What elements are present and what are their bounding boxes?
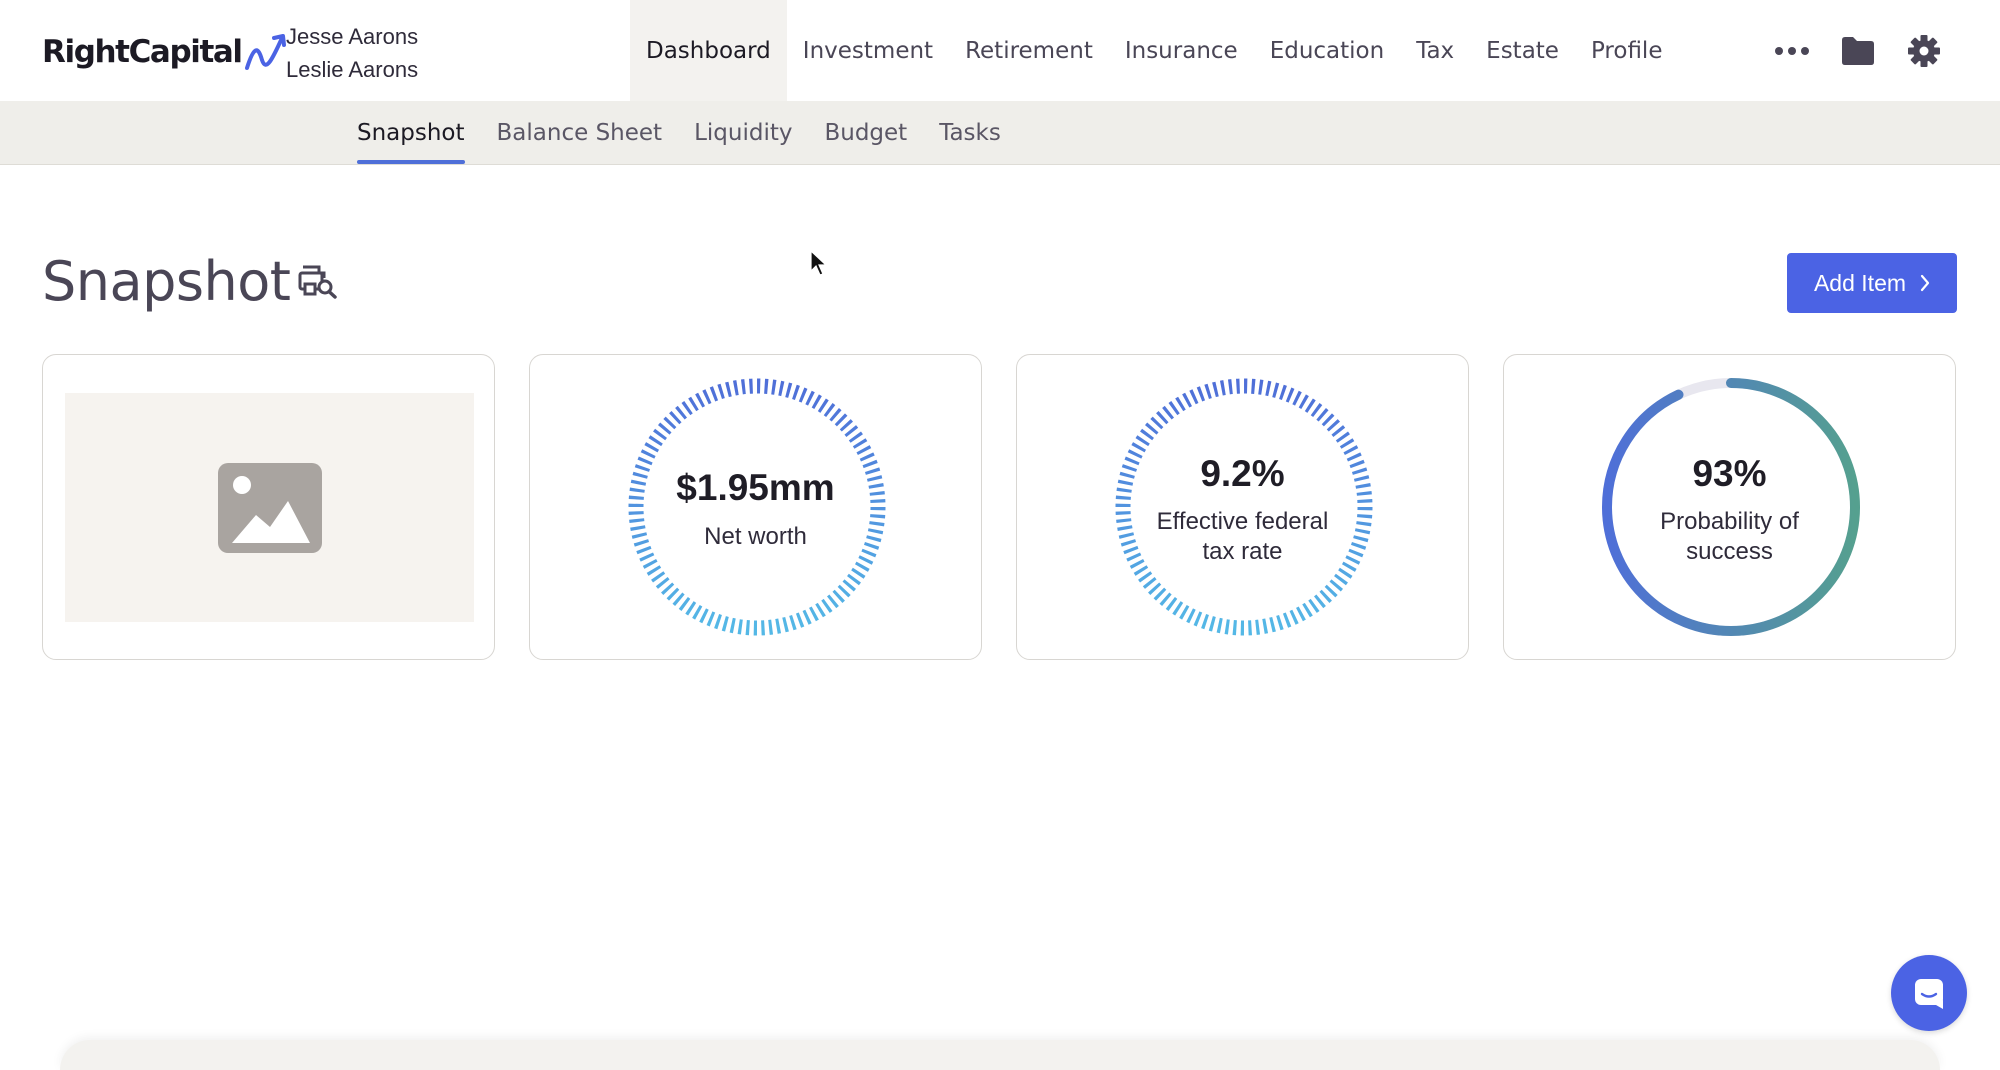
image-placeholder xyxy=(65,393,474,622)
gear-icon[interactable] xyxy=(1902,29,1946,73)
snapshot-card-tax-rate[interactable]: 9.2% Effective federal tax rate xyxy=(1016,354,1469,660)
nav-retirement[interactable]: Retirement xyxy=(949,0,1109,101)
tab-budget[interactable]: Budget xyxy=(824,101,907,164)
more-icon[interactable] xyxy=(1770,29,1814,73)
net-worth-value: $1.95mm xyxy=(676,467,835,508)
nav-tax[interactable]: Tax xyxy=(1400,0,1470,101)
tax-rate-label-line2: tax rate xyxy=(1202,538,1283,565)
nav-investment[interactable]: Investment xyxy=(787,0,949,101)
chat-launcher-button[interactable] xyxy=(1891,955,1967,1031)
tab-liquidity[interactable]: Liquidity xyxy=(694,101,792,164)
folder-icon[interactable] xyxy=(1836,29,1880,73)
bottom-panel-edge xyxy=(60,1040,1940,1070)
snapshot-card-net-worth[interactable]: $1.95mm Net worth xyxy=(529,354,982,660)
logo-arrow-icon xyxy=(244,34,286,70)
nav-education[interactable]: Education xyxy=(1254,0,1401,101)
chevron-right-icon xyxy=(1920,274,1930,292)
rightcapital-logo[interactable]: RightCapital xyxy=(42,30,288,74)
snapshot-card-probability[interactable]: 93% Probability of success xyxy=(1503,354,1956,660)
probability-label-line1: Probability of xyxy=(1660,508,1799,535)
image-icon xyxy=(217,462,322,553)
sub-nav: Snapshot Balance Sheet Liquidity Budget … xyxy=(0,101,2000,165)
nav-profile[interactable]: Profile xyxy=(1575,0,1679,101)
probability-label-line2: success xyxy=(1686,538,1773,565)
add-item-button[interactable]: Add Item xyxy=(1787,253,1957,313)
nav-dashboard[interactable]: Dashboard xyxy=(630,0,787,101)
tax-rate-label-line1: Effective federal xyxy=(1156,508,1329,535)
mouse-cursor-icon xyxy=(810,250,828,276)
tab-tasks[interactable]: Tasks xyxy=(939,101,1001,164)
snapshot-card-image[interactable] xyxy=(42,354,495,660)
print-preview-icon[interactable] xyxy=(298,264,338,305)
probability-value: 93% xyxy=(1692,453,1767,494)
tax-rate-value: 9.2% xyxy=(1200,453,1285,494)
main-nav: Dashboard Investment Retirement Insuranc… xyxy=(630,0,1678,101)
client-name: Jesse Aarons xyxy=(286,24,419,49)
tab-balance-sheet[interactable]: Balance Sheet xyxy=(497,101,663,164)
logo-text: RightCapital xyxy=(42,34,243,70)
tab-snapshot[interactable]: Snapshot xyxy=(357,101,465,164)
nav-estate[interactable]: Estate xyxy=(1470,0,1575,101)
add-item-label: Add Item xyxy=(1813,269,1907,296)
nav-insurance[interactable]: Insurance xyxy=(1109,0,1254,101)
top-bar: RightCapital Jesse Aarons Leslie Aarons … xyxy=(0,0,2000,101)
chat-icon xyxy=(1915,979,1943,1009)
client-name: Leslie Aarons xyxy=(286,57,419,82)
client-names[interactable]: Jesse Aarons Leslie Aarons xyxy=(286,20,418,86)
net-worth-label: Net worth xyxy=(704,523,807,550)
page-title: Snapshot xyxy=(42,250,291,313)
nav-icon-group xyxy=(1770,0,1968,101)
